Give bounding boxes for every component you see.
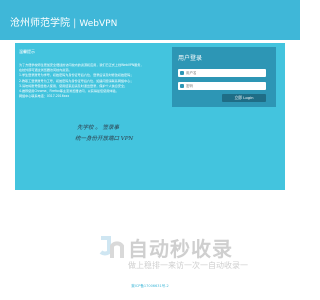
notice-body: 为了方便学校师生更加安全便捷的访问校内的资源和应用，我们已正式上线WebVPN服… [19, 63, 169, 99]
footer-icp[interactable]: 冀ICP备17006631号-2 [0, 284, 300, 289]
watermark-title: 自动秒收录 [128, 237, 233, 261]
login-title: 用户登录 [178, 55, 203, 62]
top-header-bar: 沧州师范学院 | WebVPN [0, 0, 300, 40]
watermark: 自动秒收录 做上稳排一来访一次一自动收录一 [98, 232, 268, 276]
lock-icon [180, 84, 184, 88]
notice-section: 温馨提示 为了方便学校师生更加安全便捷的访问校内的资源和应用，我们已正式上线We… [19, 49, 169, 99]
password-input[interactable] [186, 82, 264, 90]
notice-title: 温馨提示 [19, 49, 35, 54]
watermark-subtitle: 做上稳排一来访一次一自动收录一 [128, 261, 248, 270]
login-button-label: 立即 Login [234, 95, 254, 100]
username-input[interactable] [186, 69, 264, 77]
handwriting-line: 统一身份开放端口 VPN [75, 136, 134, 142]
watermark-logo-icon [99, 236, 124, 258]
brand[interactable]: 沧州师范学院 | WebVPN [10, 14, 117, 29]
login-button[interactable]: 立即 Login [222, 94, 266, 102]
user-icon [180, 71, 184, 75]
product-name: WebVPN [79, 19, 118, 29]
main-panel: 温馨提示 为了方便学校师生更加安全便捷的访问校内的资源和应用，我们已正式上线We… [15, 43, 285, 190]
brand-separator: | [73, 18, 77, 29]
login-box: 用户登录 立即 Login [172, 47, 276, 107]
handwriting-line: 先学校 。 签录事 [77, 125, 119, 131]
username-field[interactable] [178, 69, 266, 77]
school-name: 沧州师范学院 [10, 18, 70, 29]
notice-paragraph: 网络中心联系电话：0317-2016xxx [19, 94, 70, 99]
password-field[interactable] [178, 82, 266, 90]
